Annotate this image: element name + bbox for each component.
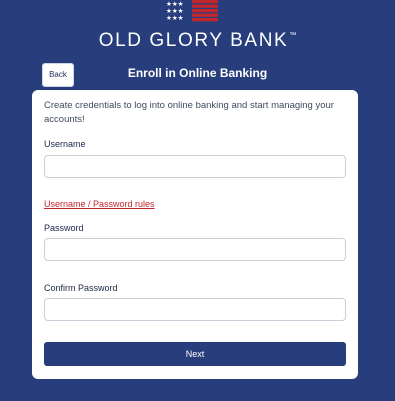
svg-text:★★★: ★★★ [166,14,184,22]
password-label: Password [44,223,84,233]
trademark-mark: ™ [289,32,297,39]
password-input[interactable] [44,238,346,261]
intro-text: Create credentials to log into online ba… [44,100,334,125]
brand-name: OLD GLORY BANK™ [0,30,395,52]
next-button[interactable]: Next [44,342,346,366]
enrollment-form-card: Create credentials to log into online ba… [32,90,358,379]
brand-text: OLD GLORY BANK [98,30,289,51]
flag-logo-icon: ★★★ ★★★ ★★★ [166,0,218,22]
username-password-rules-link[interactable]: Username / Password rules [44,199,155,209]
confirm-password-input[interactable] [44,298,346,321]
confirm-password-label: Confirm Password [44,283,118,293]
username-label: Username [44,139,86,149]
page-title: Enroll in Online Banking [127,66,268,80]
username-input[interactable] [44,155,346,178]
